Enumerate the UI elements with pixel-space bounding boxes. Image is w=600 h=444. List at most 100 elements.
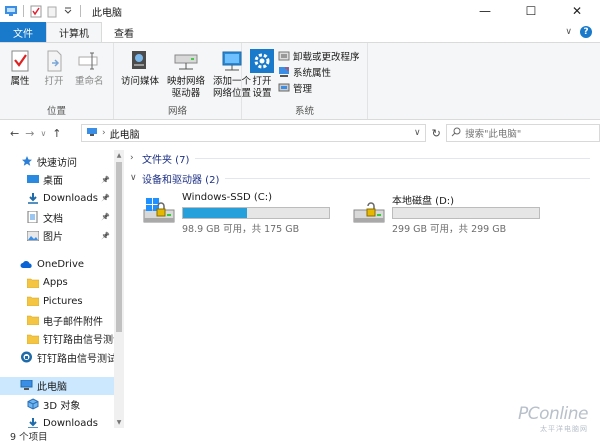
nav-item[interactable]: 电子邮件附件	[0, 311, 124, 330]
drive-name: Windows-SSD (C:)	[182, 192, 272, 203]
breadcrumb[interactable]: 此电脑	[110, 126, 140, 141]
address-bar[interactable]: › 此电脑 ∨	[81, 124, 427, 142]
breadcrumb-separator-icon[interactable]: ›	[102, 128, 106, 138]
ribbon-group-location: 属性 打开 重命名 位置	[0, 43, 114, 119]
nav-item[interactable]: 快速访问	[0, 152, 124, 171]
address-history-chevron-icon[interactable]: ∨	[409, 128, 425, 138]
tab-computer[interactable]: 计算机	[46, 22, 102, 42]
hard-drive-icon	[350, 192, 388, 230]
download-icon	[26, 417, 39, 428]
drive-usage-bar	[392, 207, 540, 219]
system-properties-icon	[278, 66, 290, 78]
nav-item[interactable]: 桌面 📌	[0, 171, 124, 190]
uninstall-icon	[278, 50, 290, 62]
open-button[interactable]: 打开	[38, 46, 70, 90]
nav-item[interactable]: 钉钉路由信号测试	[0, 329, 124, 348]
folder-icon	[26, 295, 39, 307]
manage-icon	[278, 82, 290, 94]
nav-item[interactable]: Pictures	[0, 292, 124, 311]
nav-item[interactable]: OneDrive	[0, 255, 124, 274]
system-properties-button[interactable]: 系统属性	[278, 65, 360, 79]
tab-file[interactable]: 文件	[0, 22, 46, 42]
computer-icon	[20, 380, 33, 392]
properties-button[interactable]: 属性	[4, 46, 36, 90]
scroll-up-icon[interactable]: ▲	[114, 152, 124, 159]
cube-icon	[26, 398, 39, 410]
drive-item-d[interactable]: 本地磁盘 (D:) 299 GB 可用，共 299 GB	[350, 192, 550, 235]
drive-list: Windows-SSD (C:) 98.9 GB 可用，共 175 GB 本地磁…	[128, 192, 600, 235]
cloud-icon	[20, 258, 33, 270]
help-icon[interactable]: ?	[580, 26, 592, 38]
new-folder-icon[interactable]	[45, 4, 59, 18]
folders-group-header[interactable]: › 文件夹 (7)	[128, 148, 600, 168]
desktop-icon	[26, 174, 39, 186]
group-divider	[195, 157, 590, 159]
nav-item-label: Pictures	[43, 295, 83, 307]
nav-item-label: 钉钉路由信号测试	[43, 335, 123, 347]
explorer-app-icon[interactable]	[4, 4, 18, 18]
nav-item-label: 快速访问	[37, 157, 77, 169]
forward-arrow-icon[interactable]: →	[25, 127, 34, 140]
ribbon-collapse-chevron-icon[interactable]: ∨	[565, 27, 572, 37]
ribbon-group-label: 网络	[167, 106, 187, 117]
navigation-buttons: ← → ∨ ↑	[0, 127, 81, 140]
nav-item[interactable]: 文档 📌	[0, 208, 124, 227]
computer-small-icon	[86, 127, 98, 140]
nav-item[interactable]: Downloads 📌	[0, 189, 124, 208]
manage-button[interactable]: 管理	[278, 81, 360, 95]
access-media-button[interactable]: 访问媒体	[118, 46, 162, 102]
up-arrow-icon[interactable]: ↑	[52, 127, 61, 140]
minimize-button[interactable]: —	[462, 0, 508, 22]
download-icon	[26, 192, 39, 205]
map-network-drive-button[interactable]: 映射网络 驱动器	[164, 46, 208, 102]
nav-item[interactable]: 3D 对象	[0, 395, 124, 414]
nav-item[interactable]: 此电脑	[0, 376, 124, 396]
toolbar-separator	[23, 5, 24, 17]
content-pane: › 文件夹 (7) ∨ 设备和驱动器 (2) Windows-SSD (C:) …	[128, 148, 600, 428]
picture-icon	[26, 230, 39, 242]
nav-item[interactable]: Apps	[0, 274, 124, 293]
ribbon-group-system: 打开 设置 卸载或更改程序 系统属性 管理 系统	[242, 43, 368, 119]
properties-icon	[7, 48, 33, 74]
nav-item-label: 桌面	[43, 176, 63, 188]
expand-chevron-icon[interactable]: ›	[130, 153, 142, 163]
collapse-chevron-icon[interactable]: ∨	[130, 173, 142, 183]
watermark-logo: PConline	[518, 404, 588, 424]
title-bar: 此电脑 — ☐ ✕	[0, 0, 600, 22]
close-button[interactable]: ✕	[554, 0, 600, 22]
rename-button[interactable]: 重命名	[72, 46, 107, 90]
recent-chevron-icon[interactable]: ∨	[40, 129, 46, 138]
tab-view[interactable]: 查看	[102, 22, 146, 42]
scrollbar-thumb[interactable]	[116, 162, 122, 332]
customize-chevron-icon[interactable]	[61, 4, 75, 18]
drive-usage-bar	[182, 207, 330, 219]
scroll-down-icon[interactable]: ▼	[114, 419, 124, 426]
nav-item[interactable]: Downloads	[0, 414, 124, 428]
ribbon: 属性 打开 重命名 位置 访问媒体 映射网络 驱动器 添加一个 网络位置 网络 …	[0, 42, 600, 120]
search-input[interactable]: 搜索"此电脑"	[446, 124, 600, 142]
nav-item-label: 电子邮件附件	[43, 316, 103, 328]
document-icon	[26, 211, 39, 224]
navigation-scrollbar[interactable]: ▲ ▼	[114, 150, 124, 428]
pin-icon: 📌	[101, 175, 110, 184]
properties-check-icon[interactable]	[29, 4, 43, 18]
folder-icon	[26, 333, 39, 345]
network-drive-icon	[173, 48, 199, 74]
back-arrow-icon[interactable]: ←	[10, 127, 19, 140]
nav-item[interactable]: 钉钉路由信号测试	[0, 348, 124, 367]
maximize-button[interactable]: ☐	[508, 0, 554, 22]
refresh-icon[interactable]: ↻	[428, 124, 444, 142]
nav-item[interactable]: 图片 📌	[0, 226, 124, 245]
open-settings-button[interactable]: 打开 设置	[246, 46, 278, 102]
devices-group-header[interactable]: ∨ 设备和驱动器 (2)	[128, 168, 600, 188]
ribbon-group-label: 系统	[294, 106, 314, 117]
open-icon	[41, 48, 67, 74]
nav-item-label: OneDrive	[37, 258, 85, 270]
drive-item-c[interactable]: Windows-SSD (C:) 98.9 GB 可用，共 175 GB	[140, 192, 340, 235]
uninstall-program-button[interactable]: 卸载或更改程序	[278, 49, 360, 63]
watermark: PConline 太平洋电脑网	[518, 404, 588, 434]
ribbon-group-network: 访问媒体 映射网络 驱动器 添加一个 网络位置 网络	[114, 43, 251, 119]
status-bar: 9 个项目	[0, 428, 600, 444]
